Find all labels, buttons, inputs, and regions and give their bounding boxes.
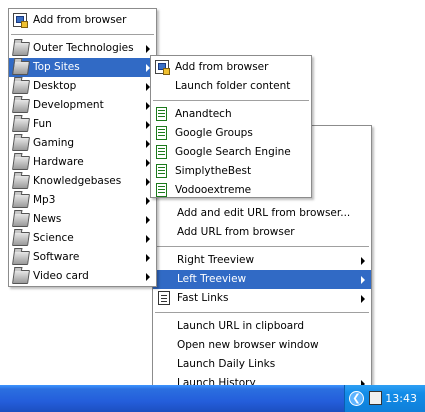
folder-label: Gaming	[33, 137, 75, 149]
folder-icon	[12, 251, 30, 265]
folder-icon	[12, 137, 30, 151]
add-from-browser-icon	[13, 13, 28, 28]
folder-item[interactable]: Software	[9, 248, 156, 267]
folder-label: Video card	[33, 270, 89, 282]
folder-label: Knowledgebases	[33, 175, 122, 187]
folder-item[interactable]: Gaming	[9, 134, 156, 153]
folder-label: Desktop	[33, 80, 77, 92]
submenu-arrow-icon	[146, 197, 150, 205]
right-treeview-label: Right Treeview	[177, 254, 255, 266]
submenu-arrow-icon	[361, 295, 365, 303]
submenu-arrow-icon	[146, 235, 150, 243]
folder-label: Fun	[33, 118, 52, 130]
folder-label: News	[33, 213, 62, 225]
folder-icon	[12, 175, 30, 189]
link-item[interactable]: Google Groups	[151, 124, 311, 143]
folder-item[interactable]: Science	[9, 229, 156, 248]
folder-icon	[12, 118, 30, 132]
folder-item[interactable]: Desktop	[9, 77, 156, 96]
folder-item[interactable]: Mp3	[9, 191, 156, 210]
folder-icon	[12, 270, 30, 284]
submenu-add-from-browser-label: Add from browser	[175, 61, 269, 73]
link-item[interactable]: Anandtech	[151, 105, 311, 124]
folder-item[interactable]: News	[9, 210, 156, 229]
show-hidden-icons-button[interactable]: ❮	[349, 391, 364, 406]
folder-item[interactable]: Fun	[9, 115, 156, 134]
folder-label: Hardware	[33, 156, 84, 168]
folder-icon	[12, 156, 30, 170]
add-edit-url-label: Add and edit URL from browser...	[177, 207, 351, 219]
web-page-icon	[156, 107, 167, 121]
submenu-arrow-icon	[361, 257, 365, 265]
right-treeview-item[interactable]: Right Treeview	[153, 251, 371, 270]
launch-daily-label: Launch Daily Links	[177, 358, 276, 370]
folder-icon	[12, 61, 30, 75]
link-item[interactable]: SimplytheBest	[151, 162, 311, 181]
link-item[interactable]: Vodooextreme	[151, 181, 311, 200]
folder-label: Software	[33, 251, 80, 263]
web-page-icon	[156, 145, 167, 159]
separator	[11, 34, 154, 35]
folder-icon	[12, 99, 30, 113]
submenu-arrow-icon	[361, 276, 365, 284]
link-label: Anandtech	[175, 108, 232, 120]
taskbar: ❮ 13:43	[0, 385, 425, 412]
list-icon	[158, 291, 170, 305]
link-label: SimplytheBest	[175, 165, 252, 177]
add-edit-url-item[interactable]: Add and edit URL from browser...	[153, 204, 371, 223]
folder-icon	[12, 213, 30, 227]
open-new-window-item[interactable]: Open new browser window	[153, 336, 371, 355]
left-treeview-label: Left Treeview	[177, 273, 247, 285]
web-page-icon	[156, 183, 167, 197]
folder-icon	[12, 232, 30, 246]
link-label: Google Search Engine	[175, 146, 291, 158]
separator	[155, 246, 369, 247]
left-treeview-item[interactable]: Left Treeview	[153, 270, 371, 289]
fast-links-item[interactable]: Fast Links	[153, 289, 371, 308]
add-url-item[interactable]: Add URL from browser	[153, 223, 371, 242]
submenu-arrow-icon	[146, 273, 150, 281]
add-from-browser-icon	[155, 60, 170, 75]
add-from-browser-item[interactable]: Add from browser	[9, 11, 156, 30]
folder-item[interactable]: Hardware	[9, 153, 156, 172]
web-page-icon	[156, 164, 167, 178]
separator	[155, 312, 369, 313]
launch-folder-content-label: Launch folder content	[175, 80, 291, 92]
submenu-add-from-browser-item[interactable]: Add from browser	[151, 58, 311, 77]
folder-label: Mp3	[33, 194, 56, 206]
launch-clipboard-label: Launch URL in clipboard	[177, 320, 305, 332]
folder-label: Science	[33, 232, 74, 244]
folder-icon	[12, 194, 30, 208]
launch-folder-content-item[interactable]: Launch folder content	[151, 77, 311, 96]
folder-item[interactable]: Video card	[9, 267, 156, 286]
launch-daily-item[interactable]: Launch Daily Links	[153, 355, 371, 374]
separator	[153, 100, 309, 101]
folder-item[interactable]: Development	[9, 96, 156, 115]
submenu-arrow-icon	[146, 254, 150, 262]
top-sites-submenu: Add from browser Launch folder content A…	[150, 55, 312, 198]
folder-item[interactable]: Top Sites	[9, 58, 156, 77]
folder-icon	[12, 42, 30, 56]
folder-label: Development	[33, 99, 104, 111]
folder-item[interactable]: Knowledgebases	[9, 172, 156, 191]
folder-icon	[12, 80, 30, 94]
link-item[interactable]: Google Search Engine	[151, 143, 311, 162]
open-new-window-label: Open new browser window	[177, 339, 319, 351]
folder-label: Top Sites	[33, 61, 80, 73]
folders-menu: Add from browser Outer Technologies Top S…	[8, 8, 157, 287]
clock[interactable]: 13:43	[385, 385, 417, 412]
link-label: Google Groups	[175, 127, 253, 139]
system-tray: ❮ 13:43	[344, 385, 425, 412]
fast-links-label: Fast Links	[177, 292, 229, 304]
web-page-icon	[156, 126, 167, 140]
launch-clipboard-item[interactable]: Launch URL in clipboard	[153, 317, 371, 336]
submenu-arrow-icon	[146, 216, 150, 224]
add-url-label: Add URL from browser	[177, 226, 295, 238]
add-from-browser-label: Add from browser	[33, 14, 127, 26]
submenu-arrow-icon	[146, 45, 150, 53]
folder-item[interactable]: Outer Technologies	[9, 39, 156, 58]
link-label: Vodooextreme	[175, 184, 252, 196]
app-tray-icon[interactable]	[369, 391, 382, 405]
folder-label: Outer Technologies	[33, 42, 134, 54]
